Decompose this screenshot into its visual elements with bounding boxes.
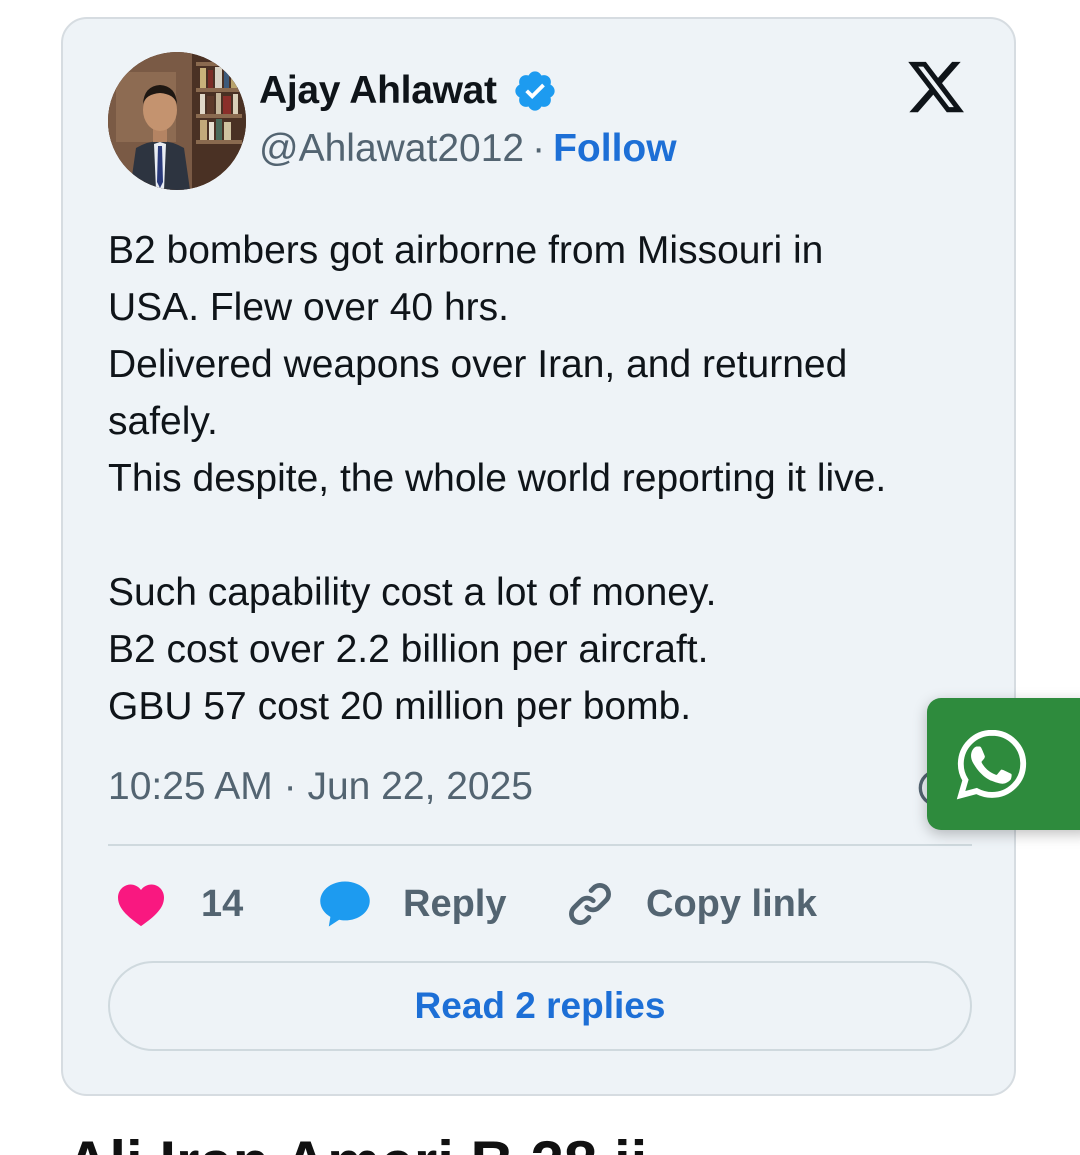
divider xyxy=(108,844,972,846)
reply-label: Reply xyxy=(403,882,507,925)
like-button[interactable]: 14 xyxy=(115,878,243,930)
link-icon xyxy=(569,883,611,925)
heart-icon xyxy=(118,884,164,927)
avatar-photo xyxy=(108,52,246,190)
likes-count: 14 xyxy=(201,882,244,925)
avatar[interactable] xyxy=(108,52,246,190)
handle-separator: · xyxy=(532,127,546,170)
timestamp-separator: · xyxy=(283,765,297,808)
follow-button[interactable]: Follow xyxy=(553,127,676,170)
tweet-text: B2 bombers got airborne from Missouri in… xyxy=(108,229,887,728)
page: Ajay Ahlawat @Ahlawat2012 · Follow B2 bomb… xyxy=(0,0,1080,1155)
x-logo-icon[interactable] xyxy=(904,56,968,118)
tweet-time: 10:25 AM xyxy=(108,765,273,808)
author-name[interactable]: Ajay Ahlawat xyxy=(259,68,497,114)
copy-link-button[interactable]: Copy link xyxy=(564,878,817,930)
whatsapp-icon xyxy=(956,729,1027,800)
author-handle[interactable]: @Ahlawat2012 xyxy=(259,127,524,170)
copy-link-label: Copy link xyxy=(646,882,818,925)
tweet-date: Jun 22, 2025 xyxy=(307,765,533,808)
verified-badge-icon xyxy=(515,71,555,111)
tweet-timestamp[interactable]: 10:25 AM · Jun 22, 2025 xyxy=(108,764,533,810)
article-heading: Ali Iran Ameri B 28 ii xyxy=(66,1128,647,1155)
speech-bubble-icon xyxy=(320,881,370,927)
read-replies-button[interactable]: Read 2 replies xyxy=(108,961,972,1051)
whatsapp-share-button[interactable] xyxy=(927,698,1080,830)
author-handle-row: @Ahlawat2012 · Follow xyxy=(259,126,677,172)
reply-button[interactable]: Reply xyxy=(318,878,506,930)
